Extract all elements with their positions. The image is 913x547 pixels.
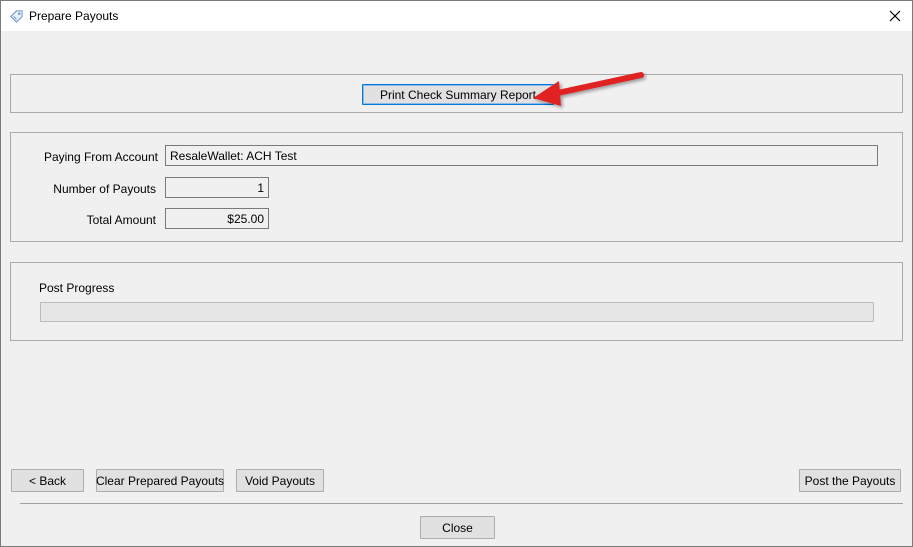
total-amount-label: Total Amount [86,213,156,227]
total-amount-field: $25.00 [165,208,269,229]
paying-from-account-label: Paying From Account [43,150,158,164]
post-the-payouts-button[interactable]: Post the Payouts [799,469,901,492]
close-button[interactable]: Close [420,516,495,539]
post-progress-label: Post Progress [39,281,115,295]
clear-prepared-payouts-button[interactable]: Clear Prepared Payouts [96,469,224,492]
clear-prepared-payouts-label: Clear Prepared Payouts [95,473,225,488]
footer-separator [20,503,903,504]
print-check-summary-report-label: Print Check Summary Report [379,87,537,102]
title-bar: Prepare Payouts [1,1,912,31]
progress-panel: Post Progress [10,262,903,341]
void-payouts-button[interactable]: Void Payouts [236,469,324,492]
window-close-button[interactable] [882,4,908,28]
total-amount-value: $25.00 [227,211,264,226]
number-of-payouts-label: Number of Payouts [53,182,156,196]
void-payouts-label: Void Payouts [244,473,316,488]
annotation-arrow-icon [533,72,644,106]
paying-from-account-value: ResaleWallet: ACH Test [170,148,297,163]
summary-panel: Paying From Account ResaleWallet: ACH Te… [10,132,903,242]
back-button[interactable]: < Back [11,469,84,492]
paying-from-account-field: ResaleWallet: ACH Test [165,145,878,166]
number-of-payouts-value: 1 [257,180,264,195]
number-of-payouts-field: 1 [165,177,269,198]
back-button-label: < Back [28,473,67,488]
post-progress-bar [40,302,874,322]
close-button-label: Close [442,520,473,535]
post-the-payouts-label: Post the Payouts [804,473,896,488]
payout-tag-icon [10,10,23,23]
prepare-payouts-dialog: Prepare Payouts Print Check Summary Repo… [0,0,913,547]
report-panel: Print Check Summary Report [10,74,903,113]
window-title: Prepare Payouts [29,9,119,23]
close-icon [889,10,901,22]
